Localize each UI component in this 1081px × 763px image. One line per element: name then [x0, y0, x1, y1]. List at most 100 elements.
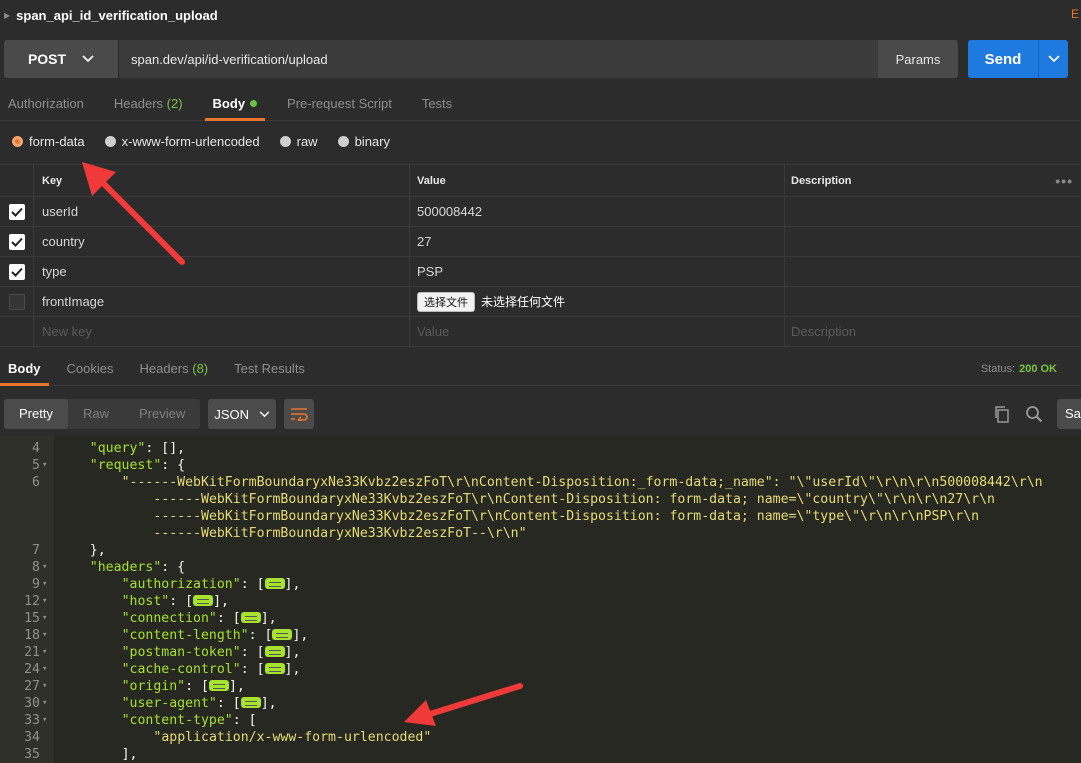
tab-cookies[interactable]: Cookies: [59, 352, 122, 386]
url-input[interactable]: span.dev/api/id-verification/upload: [118, 40, 878, 78]
json-string: ------WebKitFormBoundaryxNe33Kvbz2eszFoT…: [153, 509, 980, 524]
fold-toggle-icon[interactable]: ▾: [42, 627, 47, 644]
table-row-new: New key Value Description: [0, 317, 1081, 347]
code-line: 15 ▾ "connection": [],: [0, 610, 1081, 627]
collapsed-value-icon[interactable]: [264, 578, 285, 589]
save-response-button[interactable]: Sav: [1057, 399, 1081, 429]
params-button[interactable]: Params: [878, 40, 958, 78]
code-text: "user-agent": [],: [122, 695, 277, 712]
collapsed-value-icon[interactable]: [264, 646, 285, 657]
chevron-down-icon: [82, 55, 94, 63]
code-text: "cache-control": [],: [122, 661, 301, 678]
fold-toggle-icon[interactable]: ▾: [42, 661, 47, 678]
view-pretty[interactable]: Pretty: [4, 399, 68, 429]
collapsed-value-icon[interactable]: [264, 663, 285, 674]
description-cell[interactable]: [785, 197, 1081, 226]
table-row: type PSP: [0, 257, 1081, 287]
collapsed-value-icon[interactable]: [240, 697, 261, 708]
line-number: 24: [24, 662, 40, 677]
line-number: 34: [24, 730, 40, 745]
tab-body[interactable]: Body: [204, 87, 266, 121]
key-cell[interactable]: type: [34, 257, 410, 286]
value-cell[interactable]: 500008442: [410, 197, 785, 226]
json-key: "content-type": [121, 713, 233, 728]
collapsed-value-icon[interactable]: [208, 680, 229, 691]
send-options-button[interactable]: [1038, 40, 1068, 78]
tab-tests[interactable]: Tests: [414, 87, 460, 121]
json-punct: : [: [185, 679, 209, 694]
new-value-input[interactable]: Value: [410, 317, 785, 346]
fold-toggle-icon[interactable]: ▾: [42, 695, 47, 712]
fold-toggle-icon[interactable]: ▾: [42, 576, 47, 593]
fold-toggle-icon[interactable]: ▾: [42, 610, 47, 627]
code-line: ------WebKitFormBoundaryxNe33Kvbz2eszFoT…: [0, 491, 1081, 508]
search-icon[interactable]: [1025, 405, 1043, 423]
code-line: 6 "------WebKitFormBoundaryxNe33Kvbz2eszF…: [0, 474, 1081, 491]
description-cell[interactable]: [785, 227, 1081, 256]
tab-authorization[interactable]: Authorization: [0, 87, 92, 121]
json-punct: : {: [161, 560, 186, 575]
tab-response-body[interactable]: Body: [0, 352, 49, 386]
row-checkbox[interactable]: [8, 263, 25, 280]
tab-label: Headers: [139, 360, 189, 376]
radio-form-data[interactable]: form-data: [12, 134, 85, 149]
json-key: "cache-control": [121, 662, 241, 677]
spacer: [0, 317, 34, 346]
collapsed-value-icon[interactable]: [272, 629, 293, 640]
tab-response-headers[interactable]: Headers (8): [131, 352, 216, 386]
choose-file-button[interactable]: 选择文件: [417, 291, 475, 312]
header-spacer: [0, 165, 34, 196]
view-preview[interactable]: Preview: [124, 399, 200, 429]
request-name[interactable]: span_api_id_verification_upload: [16, 8, 218, 23]
row-checkbox[interactable]: [8, 203, 25, 220]
radio-binary[interactable]: binary: [337, 134, 390, 149]
description-cell[interactable]: [785, 257, 1081, 286]
format-dropdown[interactable]: JSON: [208, 399, 277, 429]
fold-toggle-icon[interactable]: ▾: [42, 457, 47, 474]
fold-toggle-icon[interactable]: ▾: [42, 678, 47, 695]
copy-icon[interactable]: [993, 405, 1011, 423]
method-label: POST: [27, 51, 67, 67]
json-key: "host": [121, 594, 170, 609]
fold-toggle-icon[interactable]: ▾: [42, 712, 47, 729]
status-badge[interactable]: 200 OK: [1019, 363, 1057, 375]
collapsed-value-icon[interactable]: [193, 595, 214, 606]
response-code-view[interactable]: 4 "query": [], 5 ▾ "request": {6 "------WebKi…: [0, 436, 1081, 763]
table-row: country 27: [0, 227, 1081, 257]
fold-toggle-icon[interactable]: ▾: [42, 593, 47, 610]
key-cell[interactable]: frontImage: [34, 287, 410, 316]
radio-x-www-form-urlencoded[interactable]: x-www-form-urlencoded: [104, 134, 260, 149]
json-punct: ],: [260, 611, 277, 626]
expand-caret-icon[interactable]: ▶: [4, 11, 10, 20]
value-cell[interactable]: 27: [410, 227, 785, 256]
response-tabs: Body Cookies Headers (8) Test Results St…: [0, 352, 1081, 386]
new-description-input[interactable]: Description: [785, 317, 1081, 346]
tab-pre-request-script[interactable]: Pre-request Script: [279, 87, 400, 121]
send-button[interactable]: Send: [968, 40, 1038, 78]
tab-label: Body: [212, 96, 246, 111]
tab-label: Pre-request Script: [287, 96, 392, 111]
code-line: ------WebKitFormBoundaryxNe33Kvbz2eszFoT…: [0, 525, 1081, 542]
json-key: "postman-token": [121, 645, 241, 660]
view-raw[interactable]: Raw: [68, 399, 124, 429]
row-checkbox[interactable]: [8, 233, 25, 250]
new-key-input[interactable]: New key: [34, 317, 410, 346]
radio-raw[interactable]: raw: [279, 134, 318, 149]
row-checkbox[interactable]: [8, 293, 25, 310]
key-cell[interactable]: userId: [34, 197, 410, 226]
fold-toggle-icon[interactable]: ▾: [42, 644, 47, 661]
description-cell[interactable]: [785, 287, 1081, 316]
wrap-lines-button[interactable]: [284, 399, 315, 429]
key-cell[interactable]: country: [34, 227, 410, 256]
value-cell[interactable]: PSP: [410, 257, 785, 286]
fold-toggle-icon[interactable]: ▾: [42, 559, 47, 576]
chevron-down-icon: [259, 410, 270, 417]
code-text: ------WebKitFormBoundaryxNe33Kvbz2eszFoT…: [153, 525, 526, 542]
json-punct: : [: [169, 594, 194, 609]
method-dropdown[interactable]: POST: [4, 40, 118, 78]
collapsed-value-icon[interactable]: [240, 612, 261, 623]
header-description-label: Description: [791, 174, 852, 187]
more-options-icon[interactable]: •••: [1055, 173, 1073, 189]
tab-test-results[interactable]: Test Results: [226, 352, 313, 386]
tab-headers[interactable]: Headers (2): [106, 87, 191, 121]
